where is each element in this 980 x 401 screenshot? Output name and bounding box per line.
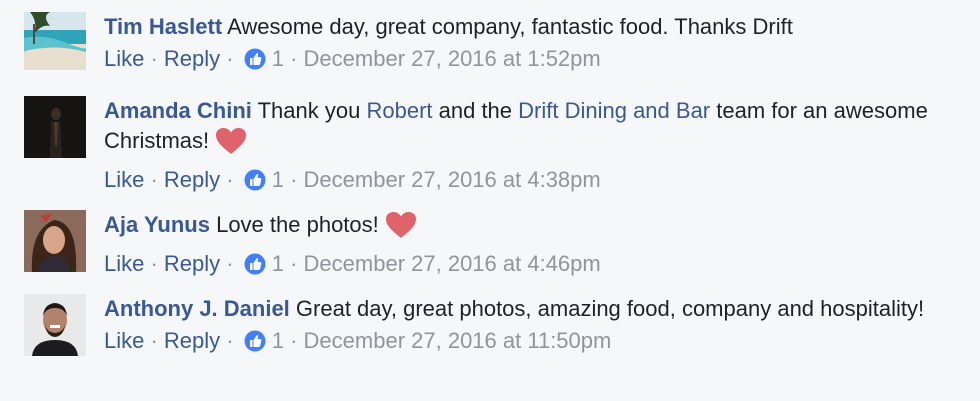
separator: ·	[283, 251, 304, 276]
avatar[interactable]	[24, 96, 86, 158]
comment-text: Amanda Chini Thank you Robert and the Dr…	[104, 96, 960, 163]
reply-button[interactable]: Reply	[164, 167, 220, 192]
separator: ·	[144, 328, 164, 353]
reply-button[interactable]: Reply	[164, 328, 220, 353]
mention-link[interactable]: Robert	[366, 98, 432, 123]
comment-text: Anthony J. Daniel Great day, great photo…	[104, 294, 960, 324]
heart-icon	[385, 211, 417, 247]
comment-body: Amanda Chini Thank you Robert and the Dr…	[104, 96, 960, 199]
heart-icon	[215, 127, 247, 163]
separator: ·	[144, 46, 164, 71]
separator: ·	[144, 251, 164, 276]
comment-body: Aja Yunus Love the photos! Like · Reply …	[104, 210, 960, 283]
reaction-count[interactable]: 1	[272, 251, 284, 276]
like-reaction-icon[interactable]	[244, 48, 266, 78]
like-reaction-icon[interactable]	[244, 169, 266, 199]
separator: ·	[283, 328, 304, 353]
man-portrait-avatar-icon	[24, 294, 86, 356]
dark-portrait-avatar-icon	[24, 96, 86, 158]
comment-message: Love the photos!	[209, 212, 379, 237]
beach-avatar-icon	[24, 12, 86, 70]
like-button[interactable]: Like	[104, 251, 144, 276]
separator: ·	[220, 251, 240, 276]
comment-body: Tim Haslett Awesome day, great company, …	[104, 12, 960, 78]
comment-list: Tim Haslett Awesome day, great company, …	[0, 0, 980, 401]
author-name[interactable]: Anthony J. Daniel	[104, 296, 290, 321]
author-name[interactable]: Aja Yunus	[104, 212, 210, 237]
like-reaction-icon[interactable]	[244, 253, 266, 283]
like-button[interactable]: Like	[104, 328, 144, 353]
timestamp[interactable]: December 27, 2016 at 4:46pm	[304, 251, 601, 276]
author-name[interactable]: Tim Haslett	[104, 14, 222, 39]
reply-button[interactable]: Reply	[164, 251, 220, 276]
comment-text: Tim Haslett Awesome day, great company, …	[104, 12, 960, 42]
separator: ·	[220, 46, 240, 71]
reply-button[interactable]: Reply	[164, 46, 220, 71]
separator: ·	[220, 328, 240, 353]
comment-text: Aja Yunus Love the photos!	[104, 210, 960, 247]
timestamp[interactable]: December 27, 2016 at 1:52pm	[304, 46, 601, 71]
mention-link[interactable]: Drift Dining and Bar	[518, 98, 710, 123]
avatar[interactable]	[24, 210, 86, 272]
comment-text-part: Thank you	[251, 98, 367, 123]
like-button[interactable]: Like	[104, 46, 144, 71]
author-name[interactable]: Amanda Chini	[104, 98, 252, 123]
separator: ·	[220, 167, 240, 192]
timestamp[interactable]: December 27, 2016 at 4:38pm	[304, 167, 601, 192]
reaction-count[interactable]: 1	[272, 328, 284, 353]
separator: ·	[283, 46, 304, 71]
reaction-count[interactable]: 1	[272, 46, 284, 71]
comment-actions: Like · Reply · 1 · December 27, 2016 at …	[104, 249, 960, 283]
comment-text-part: and the	[432, 98, 519, 123]
separator: ·	[283, 167, 304, 192]
comment-message: Awesome day, great company, fantastic fo…	[222, 14, 793, 39]
comment-actions: Like · Reply · 1 · December 27, 2016 at …	[104, 44, 960, 78]
like-button[interactable]: Like	[104, 167, 144, 192]
like-reaction-icon[interactable]	[244, 330, 266, 360]
reaction-count[interactable]: 1	[272, 167, 284, 192]
avatar[interactable]	[24, 12, 86, 70]
comment-body: Anthony J. Daniel Great day, great photo…	[104, 294, 960, 360]
comment-message: Great day, great photos, amazing food, c…	[289, 296, 925, 321]
avatar[interactable]	[24, 294, 86, 356]
comment-actions: Like · Reply · 1 · December 27, 2016 at …	[104, 165, 960, 199]
woman-portrait-avatar-icon	[24, 210, 86, 272]
comment-actions: Like · Reply · 1 · December 27, 2016 at …	[104, 326, 960, 360]
timestamp[interactable]: December 27, 2016 at 11:50pm	[304, 328, 612, 353]
separator: ·	[144, 167, 164, 192]
